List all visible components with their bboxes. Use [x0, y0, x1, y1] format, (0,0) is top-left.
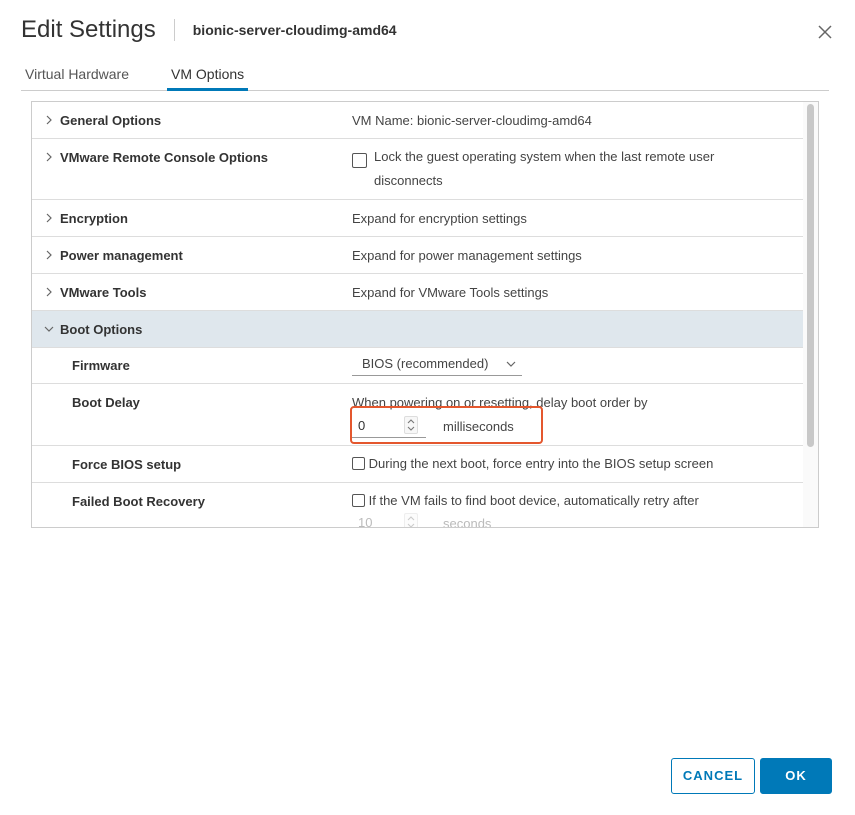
chevron-right-icon[interactable] — [44, 212, 54, 224]
stepper-icon[interactable] — [405, 417, 417, 433]
row-label: Encryption — [60, 211, 128, 226]
firmware-select-value: BIOS (recommended) — [362, 356, 489, 371]
row-label: Boot Options — [60, 322, 143, 337]
row-value: Expand for power management settings — [352, 248, 582, 263]
retry-delay-input: 10 — [352, 513, 426, 528]
tab-bar: Virtual Hardware VM Options — [21, 60, 829, 91]
force-bios-label: During the next boot, force entry into t… — [368, 456, 714, 471]
row-encryption[interactable]: Encryption Expand for encryption setting… — [32, 200, 803, 237]
failed-boot-option: If the VM fails to find boot device, aut… — [352, 493, 699, 508]
force-bios-option: During the next boot, force entry into t… — [352, 456, 713, 471]
row-power-management[interactable]: Power management Expand for power manage… — [32, 237, 803, 274]
dialog-title: Edit Settings — [21, 16, 156, 43]
row-label: Failed Boot Recovery — [72, 494, 205, 509]
row-boot-delay: Boot Delay When powering on or resetting… — [32, 384, 803, 446]
row-failed-boot-recovery: Failed Boot Recovery If the VM fails to … — [32, 483, 803, 528]
boot-delay-input[interactable]: 0 — [352, 416, 426, 438]
ok-button[interactable]: OK — [760, 758, 832, 794]
boot-delay-stepper[interactable] — [404, 416, 418, 434]
chevron-right-icon[interactable] — [44, 151, 54, 163]
tab-virtual-hardware[interactable]: Virtual Hardware — [25, 66, 129, 91]
row-label: Power management — [60, 248, 183, 263]
cancel-button[interactable]: CANCEL — [671, 758, 755, 794]
vm-name-label: bionic-server-cloudimg-amd64 — [192, 22, 397, 38]
row-label: Boot Delay — [72, 395, 140, 410]
scrollbar-thumb[interactable] — [807, 104, 814, 447]
firmware-select[interactable]: BIOS (recommended) — [352, 354, 522, 376]
chevron-down-icon[interactable] — [44, 323, 54, 335]
boot-delay-value: 0 — [358, 418, 366, 433]
chevron-down-icon — [506, 361, 516, 367]
vm-options-panel: General Options VM Name: bionic-server-c… — [31, 101, 819, 528]
row-vmware-tools[interactable]: VMware Tools Expand for VMware Tools set… — [32, 274, 803, 311]
chevron-right-icon[interactable] — [44, 249, 54, 261]
row-value: VM Name: bionic-server-cloudimg-amd64 — [352, 113, 592, 128]
retry-delay-unit: seconds — [443, 516, 492, 528]
retry-delay-value: 10 — [358, 515, 373, 528]
failed-boot-label: If the VM fails to find boot device, aut… — [368, 493, 699, 508]
row-label: VMware Remote Console Options — [60, 150, 269, 165]
row-label: VMware Tools — [60, 285, 147, 300]
row-vmrc-options[interactable]: VMware Remote Console Options Lock the g… — [32, 139, 803, 200]
lock-guest-label: Lock the guest operating system when the… — [374, 149, 715, 188]
row-value: Expand for encryption settings — [352, 211, 527, 226]
row-firmware: Firmware BIOS (recommended) — [32, 348, 803, 384]
row-force-bios: Force BIOS setup During the next boot, f… — [32, 446, 803, 483]
header-divider — [173, 19, 175, 41]
row-value: Expand for VMware Tools settings — [352, 285, 549, 300]
stepper-icon — [407, 516, 415, 527]
boot-delay-unit: milliseconds — [443, 419, 514, 434]
row-general-options[interactable]: General Options VM Name: bionic-server-c… — [32, 102, 803, 139]
row-label: General Options — [60, 113, 162, 128]
tab-vm-options[interactable]: VM Options — [167, 66, 249, 91]
row-label: Firmware — [72, 358, 130, 373]
dialog-header: Edit Settings bionic-server-cloudimg-amd… — [21, 16, 397, 44]
row-label: Force BIOS setup — [72, 457, 182, 472]
failed-boot-checkbox[interactable] — [352, 494, 365, 507]
row-boot-options[interactable]: Boot Options — [32, 311, 803, 348]
retry-delay-stepper — [404, 513, 418, 527]
close-icon[interactable] — [815, 22, 835, 42]
chevron-right-icon[interactable] — [44, 286, 54, 298]
scrollbar[interactable] — [803, 102, 818, 527]
lock-guest-checkbox[interactable] — [352, 153, 367, 168]
force-bios-checkbox[interactable] — [352, 457, 365, 470]
boot-delay-description: When powering on or resetting, delay boo… — [352, 395, 648, 410]
chevron-right-icon[interactable] — [44, 114, 54, 126]
